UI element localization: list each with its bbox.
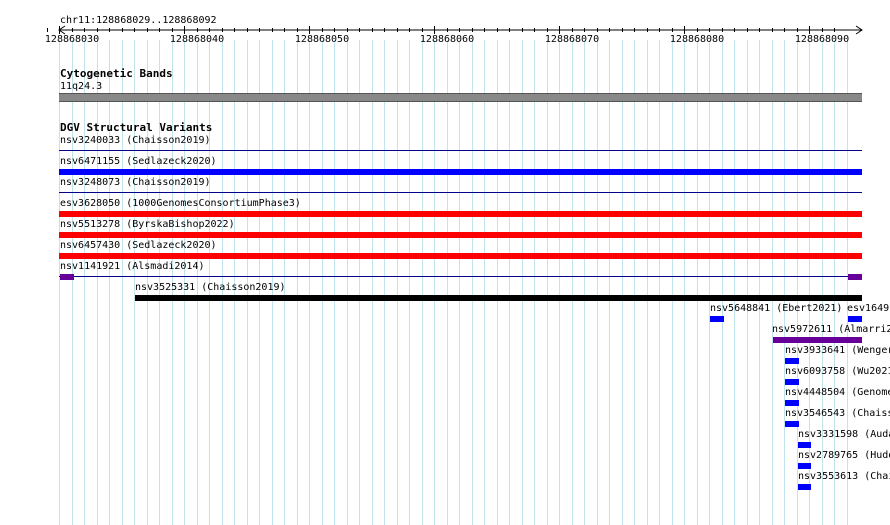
dgv-feature-label[interactable]: nsv1141921 (Alsmadi2014) — [60, 261, 205, 272]
dgv-feature-bar[interactable] — [59, 232, 862, 238]
ruler-tick-label: 128868060 — [419, 34, 475, 45]
dgv-feature-label[interactable]: nsv6471155 (Sedlazeck2020) — [60, 156, 217, 167]
dgv-feature-label[interactable]: esv1649 — [847, 303, 889, 314]
dgv-feature-bar[interactable] — [785, 358, 799, 364]
dgv-feature-label[interactable]: nsv6093758 (Wu2021 — [785, 366, 890, 377]
genome-browser-panel: chr11:128868029..128868092 128868030 1288… — [0, 0, 890, 525]
dgv-feature-line[interactable] — [59, 150, 862, 151]
dgv-feature-label[interactable]: esv3628050 (1000GenomesConsortiumPhase3) — [60, 198, 301, 209]
dgv-feature-label[interactable]: nsv3553613 (Chai — [798, 471, 890, 482]
dgv-feature-bar[interactable] — [59, 169, 862, 175]
dgv-feature-label[interactable]: nsv3248073 (Chaisson2019) — [60, 177, 211, 188]
ruler-tick-label: 128868050 — [294, 34, 350, 45]
dgv-feature-bar[interactable] — [798, 442, 811, 448]
dgv-feature-bar[interactable] — [59, 253, 862, 259]
dgv-feature-label[interactable]: nsv3546543 (Chaiss — [785, 408, 890, 419]
dgv-feature-label[interactable]: nsv3331598 (Auda — [798, 429, 890, 440]
dgv-feature-bar[interactable] — [135, 295, 862, 301]
dgv-feature-block[interactable] — [848, 274, 862, 280]
dgv-feature-label[interactable]: nsv4448504 (Genome — [785, 387, 890, 398]
dgv-feature-line[interactable] — [59, 192, 862, 193]
ruler-tick-label: 128868090 — [794, 34, 850, 45]
dgv-feature-label[interactable]: nsv5972611 (Almarri2 — [772, 324, 890, 335]
dgv-feature-bar[interactable] — [773, 337, 862, 343]
dgv-feature-bar[interactable] — [785, 421, 799, 427]
dgv-feature-label[interactable]: nsv3525331 (Chaisson2019) — [135, 282, 286, 293]
ruler-tick-label: 128868080 — [669, 34, 725, 45]
cytoband-label: 11q24.3 — [60, 81, 103, 92]
dgv-feature-label[interactable]: nsv5648841 (Ebert2021) — [710, 303, 842, 314]
dgv-feature-label[interactable]: nsv3240033 (Chaisson2019) — [60, 135, 211, 146]
ruler-tick-label: 128868030 — [44, 34, 100, 45]
dgv-feature-bar[interactable] — [710, 316, 724, 322]
dgv-feature-bar[interactable] — [848, 316, 862, 322]
dgv-feature-bar[interactable] — [785, 400, 799, 406]
dgv-feature-label[interactable]: nsv3933641 (Wenger — [785, 345, 890, 356]
dgv-feature-label[interactable]: nsv2789765 (Hudo — [798, 450, 890, 461]
dgv-track-title: DGV Structural Variants — [60, 121, 213, 134]
cytoband-bar[interactable] — [59, 93, 862, 102]
ruler-tick-label: 128868040 — [169, 34, 225, 45]
ruler-tick-label: 128868070 — [544, 34, 600, 45]
dgv-feature-bar[interactable] — [59, 211, 862, 217]
dgv-feature-bar[interactable] — [785, 379, 799, 385]
dgv-feature-bar[interactable] — [798, 484, 811, 490]
cytoband-track-title: Cytogenetic Bands — [60, 67, 173, 80]
dgv-feature-bar[interactable] — [798, 463, 811, 469]
dgv-feature-line[interactable] — [59, 276, 862, 277]
dgv-feature-block[interactable] — [60, 274, 74, 280]
dgv-feature-label[interactable]: nsv6457430 (Sedlazeck2020) — [60, 240, 217, 251]
dgv-feature-label[interactable]: nsv5513278 (ByrskaBishop2022) — [60, 219, 235, 230]
